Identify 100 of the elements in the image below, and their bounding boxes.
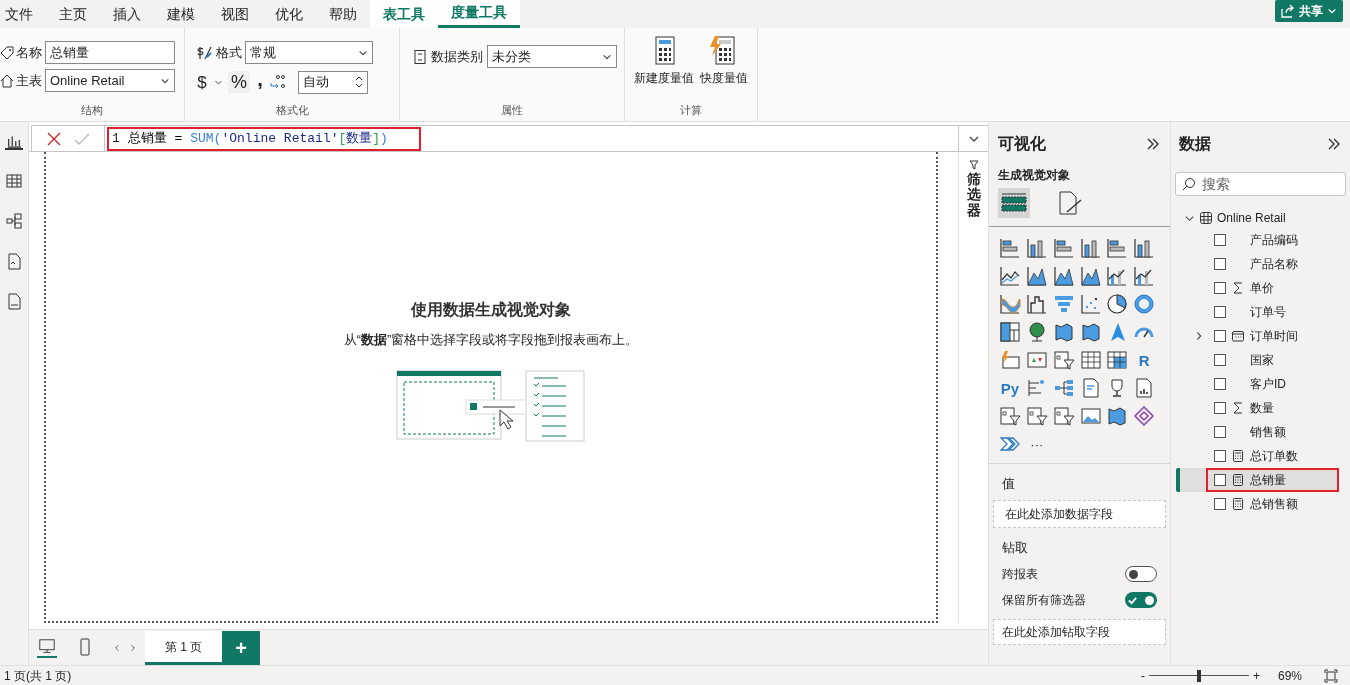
dax-view-icon[interactable] bbox=[5, 252, 23, 270]
field-item[interactable]: 产品名称 bbox=[1206, 252, 1339, 276]
currency-button[interactable]: $ bbox=[195, 73, 209, 91]
field-row[interactable]: 客户ID bbox=[1176, 372, 1339, 396]
search-field[interactable]: 搜索 bbox=[1175, 172, 1346, 196]
checkbox[interactable] bbox=[1214, 378, 1226, 390]
image-icon[interactable] bbox=[1079, 405, 1102, 427]
previous-page-icon[interactable] bbox=[113, 643, 121, 652]
ribbon-tab[interactable]: 优化 bbox=[262, 0, 316, 28]
slicer-icon[interactable] bbox=[1052, 405, 1075, 427]
diamond-icon[interactable] bbox=[1133, 405, 1156, 427]
drop-zone[interactable]: 在此处添加钻取字段 bbox=[993, 619, 1166, 645]
field-row[interactable]: 数量 bbox=[1176, 396, 1339, 420]
tmdl-view-icon[interactable] bbox=[5, 292, 23, 310]
field-item[interactable]: 产品编码 bbox=[1206, 228, 1339, 252]
collapse-icon[interactable] bbox=[1145, 136, 1161, 152]
build-visual-tab[interactable] bbox=[998, 188, 1030, 218]
waterfall-chart-icon[interactable] bbox=[1025, 293, 1048, 315]
ribbon-button[interactable]: 快度量值 bbox=[698, 36, 750, 102]
donut-chart-icon[interactable] bbox=[1133, 293, 1156, 315]
page-tab[interactable]: 第 1 页 bbox=[145, 631, 222, 665]
letter-icon[interactable]: Py bbox=[999, 377, 1021, 399]
filters-pane-tab[interactable]: 筛选器 bbox=[966, 172, 981, 219]
fit-page-icon[interactable] bbox=[1324, 668, 1338, 683]
ribbon-tab[interactable]: 文件 bbox=[5, 0, 46, 28]
table-view-icon[interactable] bbox=[5, 172, 23, 190]
column-chart-icon[interactable] bbox=[1133, 237, 1156, 259]
toggle-switch[interactable] bbox=[1125, 566, 1157, 582]
add-page-button[interactable]: + bbox=[222, 631, 260, 665]
combo-chart-icon[interactable] bbox=[1106, 265, 1129, 287]
slicer-icon[interactable] bbox=[1052, 349, 1075, 371]
checkbox[interactable] bbox=[1214, 426, 1226, 438]
formula-editor[interactable]: 1 总销量 = SUM('Online Retail'[数量]) bbox=[107, 126, 421, 151]
checkbox[interactable] bbox=[1214, 306, 1226, 318]
field-item[interactable]: 单价 bbox=[1206, 276, 1339, 300]
field-row[interactable]: 总销量 bbox=[1176, 468, 1339, 492]
close-icon[interactable] bbox=[46, 130, 62, 147]
toggle-switch[interactable] bbox=[1125, 592, 1157, 608]
field-item[interactable]: 总订单数 bbox=[1206, 444, 1339, 468]
decimal-places-field[interactable]: 自动 bbox=[298, 70, 368, 94]
ribbon-tab[interactable]: 主页 bbox=[46, 0, 100, 28]
bar-chart-icon[interactable] bbox=[1106, 237, 1129, 259]
field-item[interactable]: 国家 bbox=[1206, 348, 1339, 372]
share-button[interactable]: 共享 bbox=[1275, 0, 1343, 22]
matrix-icon[interactable] bbox=[1106, 349, 1129, 371]
next-page-icon[interactable] bbox=[129, 643, 137, 652]
checkbox[interactable] bbox=[1214, 474, 1226, 486]
line-chart-icon[interactable] bbox=[999, 265, 1021, 287]
slicer-icon[interactable] bbox=[1025, 405, 1048, 427]
drop-zone[interactable]: 在此处添加数据字段 bbox=[993, 499, 1166, 528]
comma-button[interactable]: , bbox=[252, 69, 268, 95]
column-chart-icon[interactable] bbox=[1079, 237, 1102, 259]
area-chart-icon[interactable] bbox=[1052, 265, 1075, 287]
ribbon-tab[interactable]: 视图 bbox=[208, 0, 262, 28]
field-row[interactable]: 总销售额 bbox=[1176, 492, 1339, 516]
field-row[interactable]: 国家 bbox=[1176, 348, 1339, 372]
ribbon-tab[interactable]: 建模 bbox=[154, 0, 208, 28]
map-icon[interactable] bbox=[1052, 321, 1075, 343]
checkbox[interactable] bbox=[1214, 450, 1226, 462]
checkbox[interactable] bbox=[1214, 402, 1226, 414]
tree-table-item[interactable]: Online Retail bbox=[1171, 208, 1350, 228]
kpi-icon[interactable] bbox=[1025, 349, 1048, 371]
checkbox[interactable] bbox=[1214, 330, 1226, 342]
map-icon[interactable] bbox=[1079, 321, 1102, 343]
field-item[interactable]: 总销售额 bbox=[1206, 492, 1339, 516]
column-chart-icon[interactable] bbox=[1025, 237, 1048, 259]
area-chart-icon[interactable] bbox=[1025, 265, 1048, 287]
field-row[interactable]: 总订单数 bbox=[1176, 444, 1339, 468]
expand-icon[interactable] bbox=[1194, 331, 1204, 341]
data-category-dropdown[interactable]: 未分类 bbox=[487, 45, 617, 68]
decomposition-tree-icon[interactable] bbox=[1052, 377, 1075, 399]
combo-chart-icon[interactable] bbox=[1133, 265, 1156, 287]
pie-chart-icon[interactable] bbox=[1106, 293, 1129, 315]
ribbon-tab[interactable]: 度量工具 bbox=[438, 0, 520, 28]
collapse-icon[interactable] bbox=[1326, 136, 1342, 152]
ribbon-tab[interactable]: 帮助 bbox=[316, 0, 370, 28]
funnel-icon[interactable] bbox=[1052, 293, 1075, 315]
field-item[interactable]: 客户ID bbox=[1206, 372, 1339, 396]
map-icon[interactable] bbox=[1106, 405, 1129, 427]
card-icon[interactable] bbox=[999, 349, 1021, 371]
field-item[interactable]: 数量 bbox=[1206, 396, 1339, 420]
bar-chart-icon[interactable] bbox=[1052, 237, 1075, 259]
area-chart-icon[interactable] bbox=[1079, 265, 1102, 287]
ribbon-chart-icon[interactable] bbox=[999, 293, 1021, 315]
report-canvas[interactable]: 使用数据生成视觉对象 从“数据”窗格中选择字段或将字段拖到报表画布上。 bbox=[44, 152, 938, 623]
zoom-out-button[interactable]: - bbox=[1136, 666, 1149, 685]
field-row[interactable]: 订单号 bbox=[1176, 300, 1339, 324]
decimal-icon[interactable] bbox=[270, 73, 288, 91]
more-button[interactable]: ··· bbox=[1025, 433, 1048, 455]
zoom-in-button[interactable]: + bbox=[1248, 666, 1264, 685]
ribbon-button[interactable]: 新建度量值 bbox=[632, 36, 696, 102]
field-row[interactable]: 销售额 bbox=[1176, 420, 1339, 444]
field-row[interactable]: 单价 bbox=[1176, 276, 1339, 300]
percent-button[interactable]: % bbox=[228, 71, 250, 93]
field-item[interactable]: 销售额 bbox=[1206, 420, 1339, 444]
field-item[interactable]: 总销量 bbox=[1206, 468, 1339, 492]
format-dropdown[interactable]: 常规 bbox=[245, 41, 373, 64]
name-field[interactable]: 总销量 bbox=[45, 41, 175, 64]
checkbox[interactable] bbox=[1214, 234, 1226, 246]
slicer-icon[interactable] bbox=[999, 405, 1021, 427]
